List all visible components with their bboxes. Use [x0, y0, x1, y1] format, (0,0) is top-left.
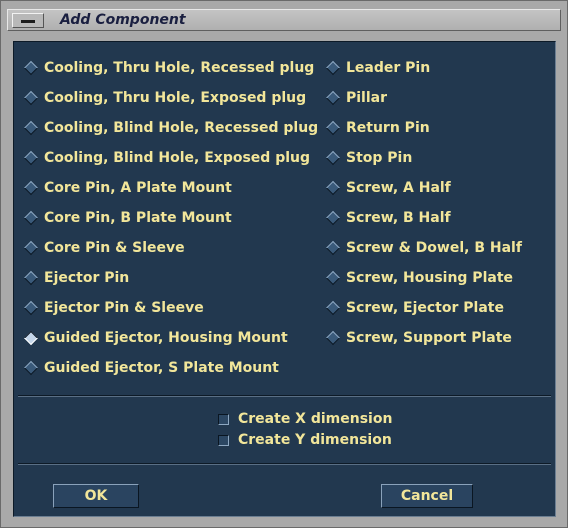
window-menu-icon[interactable] [12, 13, 44, 28]
option-core-pin-a[interactable]: Core Pin, A Plate Mount [22, 178, 232, 198]
option-label: Stop Pin [346, 150, 413, 166]
option-cooling-blind-recessed[interactable]: Cooling, Blind Hole, Recessed plug [22, 118, 318, 138]
option-core-pin-sleeve[interactable]: Core Pin & Sleeve [22, 238, 185, 258]
option-label: Core Pin, A Plate Mount [44, 180, 232, 196]
option-label: Cooling, Thru Hole, Exposed plug [44, 90, 307, 106]
option-pillar[interactable]: Pillar [324, 88, 387, 108]
option-label: Cooling, Blind Hole, Recessed plug [44, 120, 319, 136]
checkbox-label: Create X dimension [238, 411, 393, 427]
option-label: Guided Ejector, S Plate Mount [44, 360, 279, 376]
option-core-pin-b[interactable]: Core Pin, B Plate Mount [22, 208, 232, 228]
title-bar[interactable]: Add Component [7, 9, 561, 31]
diamond-radio-icon[interactable] [23, 330, 39, 346]
diamond-radio-icon[interactable] [325, 60, 341, 76]
option-label: Screw, Housing Plate [346, 270, 514, 286]
diamond-radio-icon[interactable] [23, 210, 39, 226]
option-cooling-thru-exposed[interactable]: Cooling, Thru Hole, Exposed plug [22, 88, 306, 108]
create-y-dimension-checkbox[interactable]: Create Y dimension [218, 431, 392, 449]
cancel-button[interactable]: Cancel [381, 484, 473, 508]
option-label: Screw, Ejector Plate [346, 300, 504, 316]
option-stop-pin[interactable]: Stop Pin [324, 148, 412, 168]
create-x-dimension-checkbox[interactable]: Create X dimension [218, 410, 392, 428]
option-label: Screw, B Half [346, 210, 451, 226]
option-label: Return Pin [346, 120, 430, 136]
diamond-radio-icon[interactable] [23, 90, 39, 106]
checkbox-icon[interactable] [218, 413, 229, 425]
diamond-radio-icon[interactable] [23, 270, 39, 286]
option-ejector-pin-sleeve[interactable]: Ejector Pin & Sleeve [22, 298, 204, 318]
diamond-radio-icon[interactable] [325, 180, 341, 196]
option-label: Core Pin & Sleeve [44, 240, 185, 256]
diamond-radio-icon[interactable] [23, 240, 39, 256]
option-label: Ejector Pin [44, 270, 130, 286]
option-label: Cooling, Thru Hole, Recessed plug [44, 60, 315, 76]
option-screw-dowel-b-half[interactable]: Screw & Dowel, B Half [324, 238, 522, 258]
diamond-radio-icon[interactable] [325, 240, 341, 256]
option-screw-housing-plate[interactable]: Screw, Housing Plate [324, 268, 513, 288]
option-screw-b-half[interactable]: Screw, B Half [324, 208, 451, 228]
option-label: Screw, Support Plate [346, 330, 512, 346]
option-cooling-thru-recessed[interactable]: Cooling, Thru Hole, Recessed plug [22, 58, 314, 78]
diamond-radio-icon[interactable] [325, 120, 341, 136]
option-label: Guided Ejector, Housing Mount [44, 330, 288, 346]
diamond-radio-icon[interactable] [23, 60, 39, 76]
option-guided-ejector-s-plate[interactable]: Guided Ejector, S Plate Mount [22, 358, 279, 378]
diamond-radio-icon[interactable] [325, 150, 341, 166]
diamond-radio-icon[interactable] [325, 210, 341, 226]
add-component-dialog: Add Component Cooling, Thru Hole, Recess… [0, 0, 568, 528]
diamond-radio-icon[interactable] [23, 180, 39, 196]
checkbox-label: Create Y dimension [238, 432, 392, 448]
diamond-radio-icon[interactable] [23, 150, 39, 166]
option-label: Cooling, Blind Hole, Exposed plug [44, 150, 311, 166]
divider [18, 463, 551, 465]
window-title: Add Component [60, 12, 186, 28]
diamond-radio-icon[interactable] [325, 90, 341, 106]
option-label: Leader Pin [346, 60, 431, 76]
ok-button[interactable]: OK [53, 484, 139, 508]
option-cooling-blind-exposed[interactable]: Cooling, Blind Hole, Exposed plug [22, 148, 310, 168]
diamond-radio-icon[interactable] [23, 360, 39, 376]
option-leader-pin[interactable]: Leader Pin [324, 58, 430, 78]
option-guided-ejector-housing[interactable]: Guided Ejector, Housing Mount [22, 328, 288, 348]
diamond-radio-icon[interactable] [325, 270, 341, 286]
divider [18, 395, 551, 397]
diamond-radio-icon[interactable] [23, 300, 39, 316]
dialog-panel: Cooling, Thru Hole, Recessed plug Coolin… [13, 41, 556, 517]
option-label: Pillar [346, 90, 388, 106]
option-screw-a-half[interactable]: Screw, A Half [324, 178, 451, 198]
option-label: Screw, A Half [346, 180, 451, 196]
option-screw-support-plate[interactable]: Screw, Support Plate [324, 328, 512, 348]
diamond-radio-icon[interactable] [325, 330, 341, 346]
option-label: Screw & Dowel, B Half [346, 240, 522, 256]
option-ejector-pin[interactable]: Ejector Pin [22, 268, 129, 288]
option-label: Ejector Pin & Sleeve [44, 300, 204, 316]
diamond-radio-icon[interactable] [23, 120, 39, 136]
checkbox-icon[interactable] [218, 434, 229, 446]
diamond-radio-icon[interactable] [325, 300, 341, 316]
option-label: Core Pin, B Plate Mount [44, 210, 232, 226]
option-return-pin[interactable]: Return Pin [324, 118, 430, 138]
option-screw-ejector-plate[interactable]: Screw, Ejector Plate [324, 298, 504, 318]
